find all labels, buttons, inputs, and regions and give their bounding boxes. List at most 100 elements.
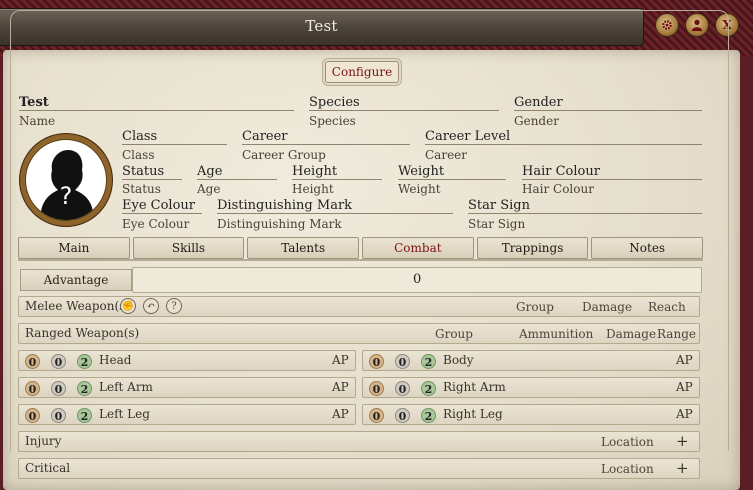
species-value[interactable]: Species <box>309 95 360 110</box>
armour-row-body[interactable]: 0 0 2 Body AP <box>362 350 700 371</box>
class-value[interactable]: Class <box>122 129 157 144</box>
armour-location: Body <box>443 353 474 367</box>
status-value[interactable]: Status <box>122 164 164 179</box>
star-sign-value[interactable]: Star Sign <box>468 198 530 213</box>
career-value[interactable]: Career <box>242 129 288 144</box>
ranged-col-range: Range <box>657 327 696 341</box>
melee-col-group: Group <box>516 300 554 314</box>
armour-value-badge[interactable]: 0 <box>25 381 40 396</box>
eye-colour-underline <box>122 213 202 214</box>
portrait-frame[interactable]: ? <box>19 133 113 227</box>
gender-value[interactable]: Gender <box>514 95 563 110</box>
armour-ap: AP <box>332 407 349 421</box>
name-value[interactable]: Test <box>19 95 49 110</box>
armour-ap: AP <box>676 380 693 394</box>
armour-value-badge[interactable]: 0 <box>395 354 410 369</box>
gender-label: Gender <box>514 114 559 128</box>
tab-talents[interactable]: Talents <box>247 237 360 259</box>
name-underline <box>19 110 294 111</box>
armour-value-badge[interactable]: 2 <box>77 354 92 369</box>
status-underline <box>122 179 182 180</box>
injury-label: Injury <box>25 434 62 448</box>
tab-notes[interactable]: Notes <box>591 237 704 259</box>
armour-value-badge[interactable]: 0 <box>25 408 40 423</box>
age-label: Age <box>197 182 221 196</box>
career-level-label: Career <box>425 148 468 162</box>
armour-value-badge[interactable]: 2 <box>421 381 436 396</box>
eye-colour-value[interactable]: Eye Colour <box>122 198 195 213</box>
armour-ap: AP <box>332 380 349 394</box>
distinguishing-mark-label: Distinguishing Mark <box>217 217 342 231</box>
advantage-value[interactable]: 0 <box>413 272 421 287</box>
height-underline <box>292 179 382 180</box>
armour-value-badge[interactable]: 2 <box>77 408 92 423</box>
eye-colour-label: Eye Colour <box>122 217 190 231</box>
fist-icon[interactable]: ✊ <box>120 298 136 314</box>
armour-value-badge[interactable]: 0 <box>51 381 66 396</box>
armour-row-left-arm[interactable]: 0 0 2 Left Arm AP <box>18 377 356 398</box>
tab-trappings[interactable]: Trappings <box>476 237 589 259</box>
add-critical-button[interactable]: + <box>676 459 689 477</box>
advantage-label: Advantage <box>20 269 132 291</box>
armour-value-badge[interactable]: 0 <box>369 408 384 423</box>
armour-location: Left Arm <box>99 380 153 394</box>
distinguishing-mark-underline <box>217 213 453 214</box>
add-injury-button[interactable]: + <box>676 432 689 450</box>
armour-ap: AP <box>332 353 349 367</box>
armour-row-right-arm[interactable]: 0 0 2 Right Arm AP <box>362 377 700 398</box>
armour-row-left-leg[interactable]: 0 0 2 Left Leg AP <box>18 404 356 425</box>
star-sign-underline <box>468 213 702 214</box>
armour-row-head[interactable]: 0 0 2 Head AP <box>18 350 356 371</box>
height-label: Height <box>292 182 334 196</box>
critical-header: Critical Location + <box>18 458 700 479</box>
hair-colour-value[interactable]: Hair Colour <box>522 164 600 179</box>
injury-col-location: Location <box>601 435 654 449</box>
armour-value-badge[interactable]: 2 <box>77 381 92 396</box>
age-underline <box>197 179 277 180</box>
gender-underline <box>514 110 702 111</box>
tab-combat[interactable]: Combat <box>362 237 474 259</box>
star-sign-label: Star Sign <box>468 217 526 231</box>
armour-row-right-leg[interactable]: 0 0 2 Right Leg AP <box>362 404 700 425</box>
armour-location: Right Arm <box>443 380 506 394</box>
career-underline <box>242 144 410 145</box>
height-value[interactable]: Height <box>292 164 337 179</box>
name-label: Name <box>19 114 56 128</box>
armour-value-badge[interactable]: 0 <box>51 408 66 423</box>
weight-underline <box>398 179 506 180</box>
ranged-weapons-header: Ranged Weapon(s) Group Ammunition Damage… <box>18 323 700 344</box>
help-icon[interactable]: ? <box>166 298 182 314</box>
tab-main[interactable]: Main <box>18 237 130 259</box>
armour-location: Right Leg <box>443 407 503 421</box>
undo-icon[interactable]: ↶ <box>143 298 159 314</box>
tab-divider <box>18 259 703 261</box>
armour-value-badge[interactable]: 0 <box>395 408 410 423</box>
configure-button[interactable]: Configure <box>325 61 399 83</box>
career-level-underline <box>425 144 702 145</box>
status-label: Status <box>122 182 161 196</box>
tab-skills[interactable]: Skills <box>132 237 245 259</box>
armour-value-badge[interactable]: 0 <box>369 381 384 396</box>
weight-value[interactable]: Weight <box>398 164 444 179</box>
armour-location: Head <box>99 353 132 367</box>
career-label: Career Group <box>242 148 326 162</box>
armour-value-badge[interactable]: 0 <box>369 354 384 369</box>
armour-value-badge[interactable]: 0 <box>51 354 66 369</box>
melee-weapons-label: Melee Weapon(s) <box>25 299 131 313</box>
career-level-value[interactable]: Career Level <box>425 129 510 144</box>
weight-label: Weight <box>398 182 441 196</box>
armour-value-badge[interactable]: 0 <box>25 354 40 369</box>
age-value[interactable]: Age <box>197 164 222 179</box>
armour-location: Left Leg <box>99 407 150 421</box>
distinguishing-mark-value[interactable]: Distinguishing Mark <box>217 198 352 213</box>
critical-col-location: Location <box>601 462 654 476</box>
melee-col-damage: Damage <box>582 300 633 314</box>
armour-value-badge[interactable]: 2 <box>421 354 436 369</box>
hair-colour-underline <box>522 179 702 180</box>
ranged-col-damage: Damage <box>606 327 657 341</box>
armour-value-badge[interactable]: 2 <box>421 408 436 423</box>
portrait-placeholder: ? <box>59 182 73 210</box>
armour-value-badge[interactable]: 0 <box>395 381 410 396</box>
ranged-col-group: Group <box>435 327 473 341</box>
critical-label: Critical <box>25 461 71 475</box>
